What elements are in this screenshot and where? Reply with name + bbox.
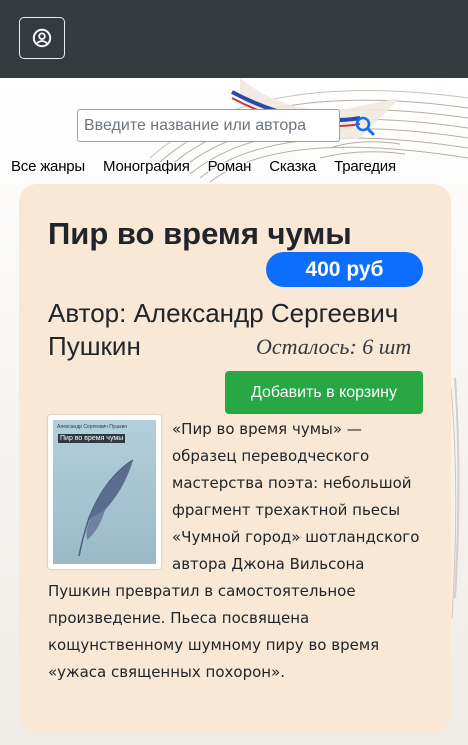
- genre-monograph[interactable]: Монография: [103, 158, 190, 175]
- genre-filter-bar: Все жанры Монография Роман Сказка Трагед…: [11, 158, 396, 175]
- user-account-button[interactable]: [19, 17, 65, 59]
- genre-novel[interactable]: Роман: [208, 158, 252, 175]
- book-description: «Пир во время чумы» — образец переводчес…: [48, 416, 428, 686]
- search-input[interactable]: [77, 109, 340, 142]
- genre-all[interactable]: Все жанры: [11, 158, 85, 175]
- add-to-cart-button[interactable]: Добавить в корзину: [225, 371, 423, 414]
- user-circle-icon: [32, 28, 52, 48]
- search-icon[interactable]: [355, 116, 375, 140]
- genre-fairy-tale[interactable]: Сказка: [269, 158, 316, 175]
- price-badge: 400 руб: [266, 252, 423, 287]
- book-card: Пир во время чумы 400 руб Автор: Алексан…: [19, 184, 451, 734]
- book-title: Пир во время чумы: [48, 216, 352, 251]
- genre-tragedy[interactable]: Трагедия: [334, 158, 396, 175]
- stock-count: Осталось: 6 шт: [256, 334, 412, 359]
- top-navbar: [0, 0, 468, 78]
